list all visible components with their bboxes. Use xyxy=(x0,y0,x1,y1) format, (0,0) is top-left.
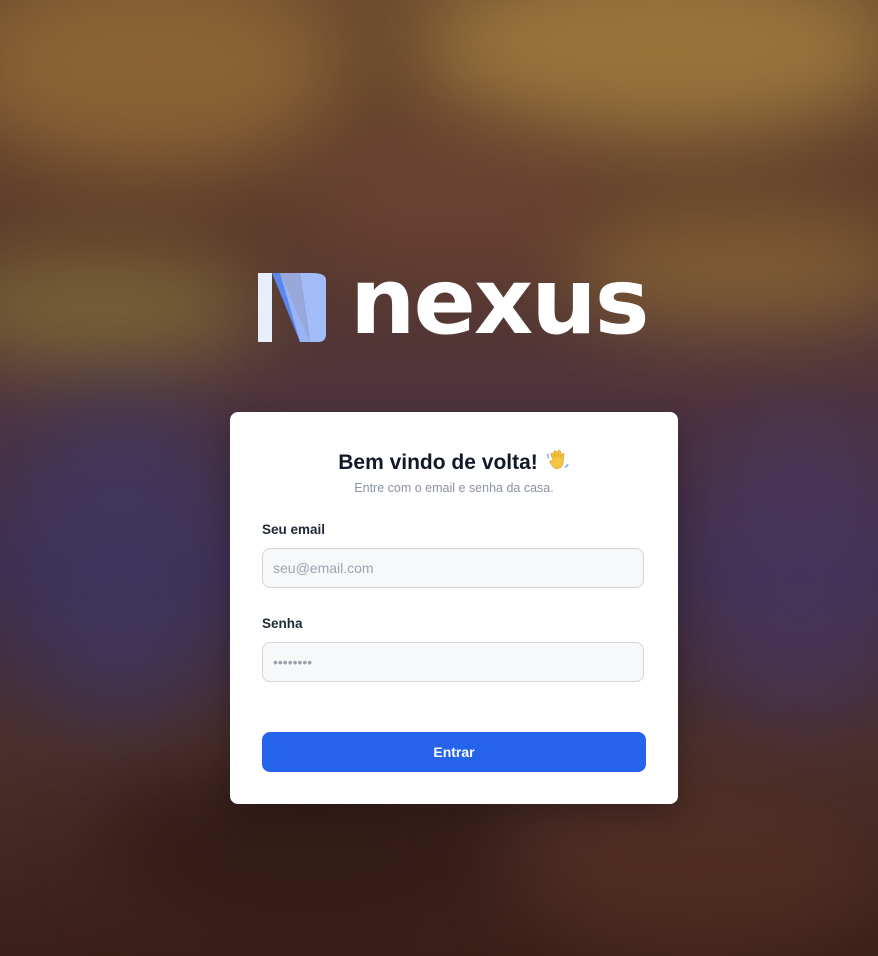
login-card: Bem vindo de volta! Entre com o email e … xyxy=(230,412,678,804)
password-label: Senha xyxy=(262,616,303,631)
email-field[interactable] xyxy=(262,548,644,588)
brand-wordmark: nexus xyxy=(350,248,649,355)
email-label: Seu email xyxy=(262,522,326,537)
nexus-n-mark-icon xyxy=(258,273,326,342)
password-field[interactable] xyxy=(262,642,644,682)
login-title-row: Bem vindo de volta! xyxy=(230,448,678,478)
login-title: Bem vindo de volta! xyxy=(338,451,538,474)
login-subtitle: Entre com o email e senha da casa. xyxy=(354,481,554,495)
nexus-logo: nexus xyxy=(254,256,664,348)
submit-button[interactable]: Entrar xyxy=(262,732,646,772)
waving-hand-icon xyxy=(546,448,570,478)
